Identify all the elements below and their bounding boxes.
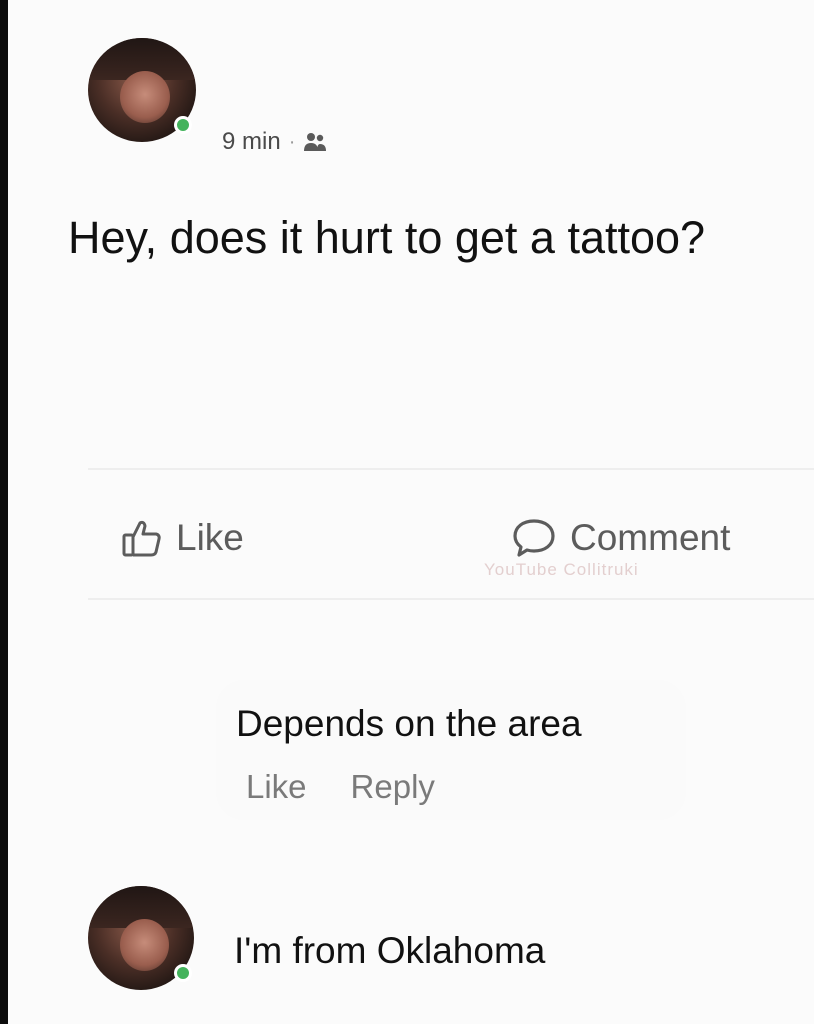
avatar-face bbox=[119, 919, 169, 972]
meta-separator: · bbox=[288, 130, 296, 153]
reply-comment-text: I'm from Oklahoma bbox=[234, 930, 546, 971]
comment-bubble-icon bbox=[512, 518, 556, 558]
action-bar-divider-top bbox=[88, 468, 814, 470]
left-edge-border bbox=[0, 0, 8, 1024]
post-meta: 9 min · bbox=[222, 128, 327, 156]
post-timestamp[interactable]: 9 min bbox=[222, 128, 281, 156]
online-status-dot bbox=[174, 964, 192, 982]
comment-label: Comment bbox=[570, 517, 731, 558]
comment-button[interactable]: Comment bbox=[512, 517, 730, 559]
online-status-dot bbox=[174, 116, 192, 134]
like-button[interactable]: Like bbox=[122, 517, 244, 559]
watermark-text: YouTube Collitruki bbox=[484, 560, 639, 579]
comment-like-link[interactable]: Like bbox=[246, 768, 307, 806]
friends-icon bbox=[303, 131, 327, 153]
post-screen: 9 min · Hey, does it hurt to get a tatto… bbox=[0, 0, 814, 1024]
post-text: Hey, does it hurt to get a tattoo? bbox=[68, 212, 706, 263]
comment-actions: Like Reply bbox=[246, 768, 435, 806]
comment-reply-link[interactable]: Reply bbox=[351, 768, 435, 806]
thumbs-up-icon bbox=[122, 519, 162, 557]
comment-text: Depends on the area bbox=[236, 703, 582, 744]
avatar-face bbox=[120, 71, 171, 124]
action-bar-divider-bottom bbox=[88, 598, 814, 600]
like-label: Like bbox=[176, 517, 244, 558]
